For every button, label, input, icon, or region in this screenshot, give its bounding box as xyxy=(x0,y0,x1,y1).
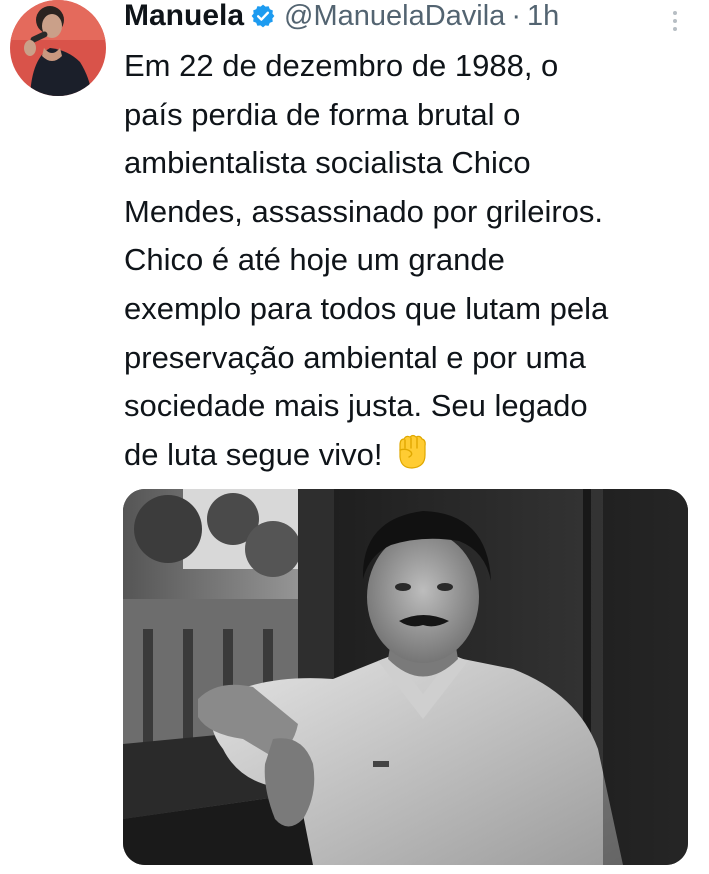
handle[interactable]: @ManuelaDavila xyxy=(284,0,505,33)
tweet-text-line: Em 22 de dezembro de 1988, o xyxy=(124,48,559,83)
timestamp[interactable]: 1h xyxy=(527,0,559,33)
tweet-text-line: preservação ambiental e por uma xyxy=(124,339,586,375)
verified-badge-icon xyxy=(250,3,276,29)
tweet[interactable]: Manuela @ManuelaDavila · 1h Em 22 de dez… xyxy=(0,0,709,874)
raised-fist-emoji-icon xyxy=(391,431,431,471)
tweet-text-last-line: de luta segue vivo! xyxy=(124,431,704,480)
tweet-text-line: Chico é até hoje um grande xyxy=(124,242,505,278)
tweet-text-line: Mendes, assassinado por grileiros. xyxy=(124,193,604,229)
tweet-text-line: de luta segue vivo! xyxy=(124,436,383,472)
display-name[interactable]: Manuela xyxy=(124,0,244,33)
tweet-text-line: país perdia de forma brutal o xyxy=(124,96,521,132)
tweet-text: Em 22 de dezembro de 1988, o país perdia… xyxy=(124,42,704,479)
separator-dot: · xyxy=(511,0,521,32)
tweet-text-line: sociedade mais justa. Seu legado xyxy=(124,388,588,424)
more-options-icon[interactable] xyxy=(664,6,686,36)
avatar[interactable] xyxy=(10,0,106,96)
tweet-header: Manuela @ManuelaDavila · 1h xyxy=(124,0,559,36)
tweet-text-line: exemplo para todos que lutam pela xyxy=(124,290,609,326)
tweet-photo[interactable] xyxy=(123,489,688,865)
tweet-text-line: ambientalista socialista Chico xyxy=(124,145,531,181)
